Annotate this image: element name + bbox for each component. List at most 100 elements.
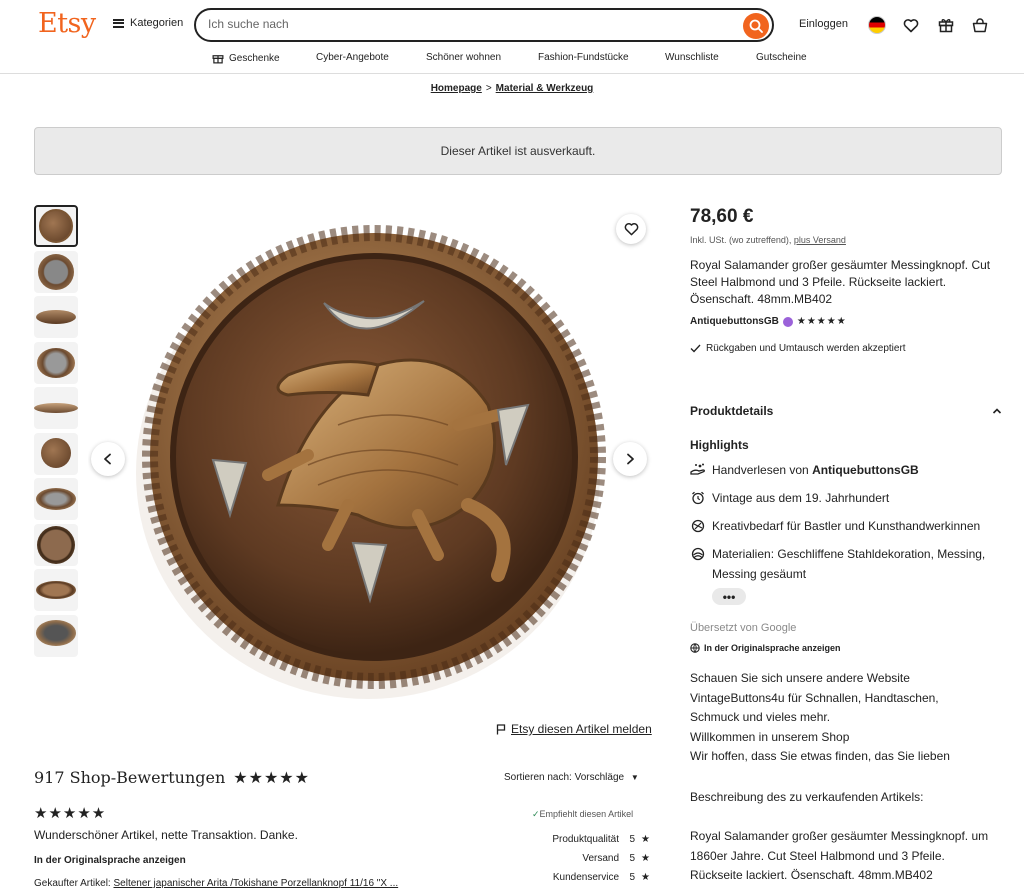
product-details-toggle[interactable]: Produktdetails — [690, 404, 1002, 418]
highlight-vintage: Vintage aus dem 19. Jahrhundert — [690, 488, 1010, 508]
thumbnail-7[interactable] — [34, 478, 78, 520]
show-original-language-link[interactable]: In der Originalsprache anzeigen — [690, 643, 841, 653]
gift-icon — [212, 55, 224, 64]
review-text: Wunderschöner Artikel, nette Transaktion… — [34, 828, 298, 842]
alarm-clock-icon — [690, 488, 706, 508]
region-button[interactable] — [867, 15, 887, 35]
handpicked-shop-link[interactable]: AntiquebuttonsGB — [812, 463, 919, 477]
chevron-left-icon — [104, 453, 111, 465]
breadcrumb-category[interactable]: Material & Werkzeug — [496, 83, 594, 94]
thumbnail-5[interactable] — [34, 387, 78, 429]
description-line: 1860er Jahre. Cut Steel Halbmond und 3 P… — [690, 848, 945, 863]
main-product-image — [88, 205, 658, 715]
menu-icon — [113, 18, 124, 28]
etsy-logo[interactable]: Etsy — [38, 8, 96, 39]
materials-line1: Materialien: Geschliffene Stahldekoratio… — [712, 547, 986, 561]
thumbnail-6[interactable] — [34, 432, 78, 475]
description-line: Wir hoffen, dass Sie etwas finden, das S… — [690, 749, 950, 763]
description-line: Schauen Sie sich unsere andere Website — [690, 671, 910, 685]
highlight-handpicked: Handverlesen von AntiquebuttonsGB — [690, 460, 1010, 480]
thumbnail-2[interactable] — [34, 250, 78, 293]
purchased-item: Gekaufter Artikel: Seltener japanischer … — [34, 878, 398, 889]
price: 78,60 € — [690, 206, 754, 227]
nav-gift-cards[interactable]: Gutscheine — [756, 52, 807, 63]
highlights-heading: Highlights — [690, 438, 749, 452]
sort-dropdown[interactable]: Sortieren nach: Vorschläge ▼ — [504, 772, 639, 783]
star-icon: ★ — [641, 872, 650, 883]
star-icon: ★ — [641, 853, 650, 864]
sort-label: Sortieren nach: Vorschläge — [504, 772, 625, 783]
globe-icon — [690, 643, 700, 653]
check-icon — [690, 344, 701, 353]
thumbnail-4[interactable] — [34, 341, 78, 384]
prev-image-button[interactable] — [91, 442, 125, 476]
categories-label: Kategorien — [130, 17, 184, 29]
thumbnail-9[interactable] — [34, 569, 78, 611]
show-original-label: In der Originalsprache anzeigen — [704, 643, 841, 653]
search-input[interactable] — [208, 17, 728, 31]
nav-wishlist[interactable]: Wunschliste — [665, 52, 719, 63]
review-rating-stars: ★★★★★ — [34, 804, 107, 822]
cart-icon — [972, 17, 988, 32]
returns-label: Rückgaben und Umtausch werden akzeptiert — [706, 343, 906, 354]
nav-fashion[interactable]: Fashion-Fundstücke — [538, 52, 629, 63]
rating-value: 5 — [629, 834, 636, 845]
tax-note: Inkl. USt. (wo zutreffend), plus Versand — [690, 235, 846, 245]
purchased-item-label: Gekaufter Artikel: — [34, 878, 111, 889]
review-original-language-link[interactable]: In der Originalsprache anzeigen — [34, 855, 186, 866]
shipping-link[interactable]: plus Versand — [794, 235, 846, 245]
rating-quality: Produktqualität 5 ★ — [536, 834, 650, 845]
purchased-item-link[interactable]: Seltener japanischer Arita /Tokishane Po… — [113, 878, 398, 889]
gifts-button[interactable] — [936, 15, 956, 35]
recommends-badge: ✓Empfiehlt diesen Artikel — [532, 809, 633, 820]
search-bar — [194, 8, 774, 42]
nav-cyber-deals[interactable]: Cyber-Angebote — [316, 52, 389, 63]
hand-icon — [690, 460, 706, 480]
rating-value: 5 — [629, 853, 636, 864]
favorite-button[interactable] — [616, 214, 646, 244]
rating-label: Versand — [582, 853, 620, 864]
login-link[interactable]: Einloggen — [799, 18, 848, 30]
favorites-button[interactable] — [901, 15, 921, 35]
brass-button-image — [136, 225, 606, 699]
chevron-up-icon — [992, 408, 1002, 414]
germany-flag-icon — [868, 16, 886, 34]
materials-icon — [690, 544, 706, 584]
soldout-banner: Dieser Artikel ist ausverkauft. — [34, 127, 1002, 175]
description-line: Willkommen in unserem Shop — [690, 729, 850, 744]
star-icon: ★ — [641, 834, 650, 845]
shop-rating-stars: ★★★★★ — [233, 768, 310, 787]
breadcrumb: Homepage > Material & Werkzeug — [0, 83, 1024, 94]
nav-gifts[interactable]: Geschenke — [212, 52, 280, 64]
thumbnail-10[interactable] — [34, 614, 78, 657]
more-details-button[interactable]: ••• — [712, 588, 746, 605]
nav-home-living[interactable]: Schöner wohnen — [426, 52, 501, 63]
report-label: Etsy diesen Artikel melden — [511, 722, 652, 736]
shop-info: AntiquebuttonsGB ★★★★★ — [690, 316, 847, 327]
next-image-button[interactable] — [613, 442, 647, 476]
breadcrumb-home[interactable]: Homepage — [431, 83, 482, 94]
categories-button[interactable]: Kategorien — [113, 17, 183, 29]
search-button[interactable] — [743, 13, 769, 39]
highlight-craft: Kreativbedarf für Bastler und Kunsthandw… — [690, 516, 1010, 536]
flag-icon — [496, 723, 506, 734]
thumbnail-1[interactable] — [34, 205, 78, 247]
search-icon — [749, 19, 763, 33]
thumbnail-3[interactable] — [34, 296, 78, 338]
craft-supplies-icon — [690, 516, 706, 536]
shop-name-link[interactable]: AntiquebuttonsGB — [690, 316, 779, 327]
product-title: Royal Salamander großer gesäumter Messin… — [690, 258, 991, 306]
site-header: Etsy Kategorien Einloggen Geschenke Cybe… — [0, 0, 1024, 74]
materials-line2: Messing gesäumt — [712, 567, 807, 581]
rating-value: 5 — [629, 872, 636, 883]
shop-stars: ★★★★★ — [796, 316, 847, 327]
thumbnail-8[interactable] — [34, 523, 78, 566]
nav-label: Geschenke — [229, 52, 280, 64]
description-line: Schmuck und vieles mehr. — [690, 710, 831, 724]
vintage-label: Vintage aus dem 19. Jahrhundert — [712, 491, 890, 505]
returns-accepted: Rückgaben und Umtausch werden akzeptiert — [690, 343, 906, 354]
rating-service: Kundenservice 5 ★ — [536, 872, 650, 883]
category-nav: Geschenke Cyber-Angebote Schöner wohnen … — [0, 50, 1024, 66]
cart-button[interactable] — [970, 15, 990, 35]
report-item-link[interactable]: Etsy diesen Artikel melden — [496, 722, 652, 736]
